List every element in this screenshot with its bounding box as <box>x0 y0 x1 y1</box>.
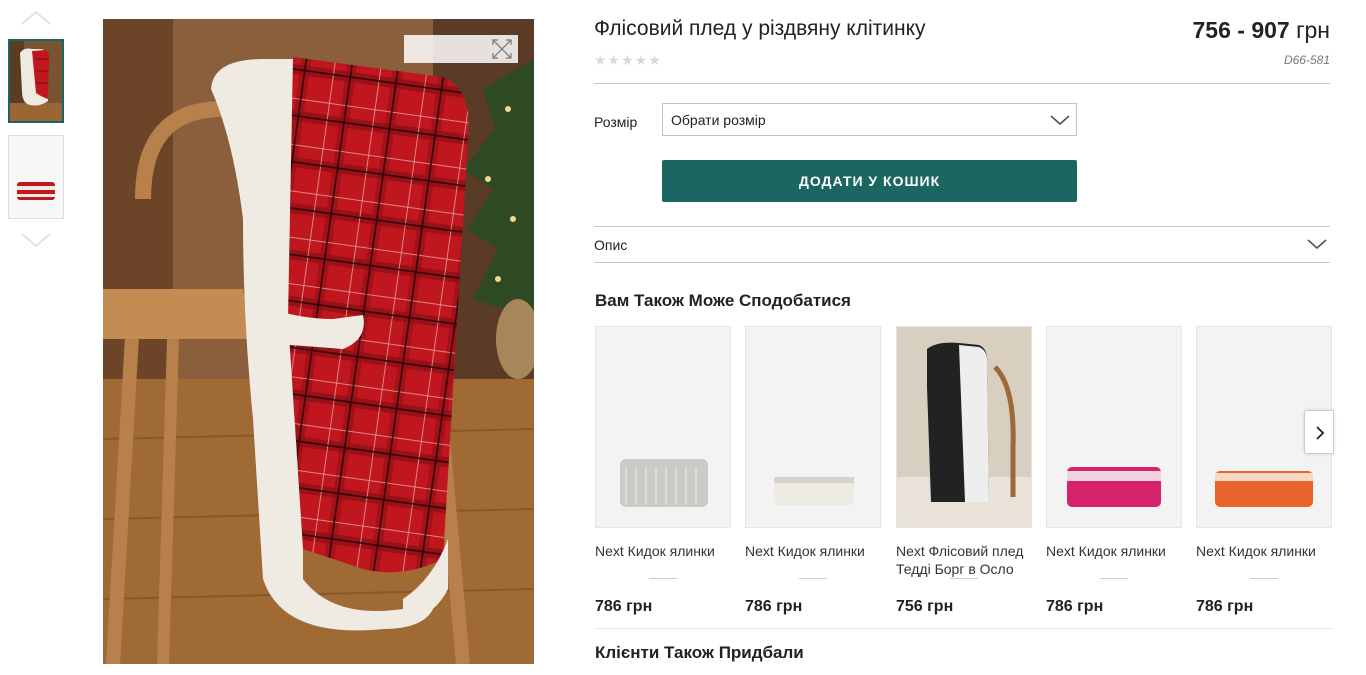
recommendation-price: 786 грн <box>595 598 653 615</box>
separator <box>1100 578 1128 579</box>
rating-stars[interactable]: ★★★★★ <box>594 52 662 69</box>
recommendations-carousel: Next Кидок ялинки 786 грн Next Кидок яли… <box>595 326 1332 616</box>
description-label: Опис <box>594 237 628 253</box>
recommendation-name: Next Кидок ялинки <box>1046 543 1166 559</box>
recommendation-price: 786 грн <box>1046 598 1104 615</box>
size-select-value: Обрати розмір <box>671 112 766 128</box>
chevron-down-icon <box>1307 239 1327 250</box>
recommendation-image <box>745 326 881 528</box>
recommendation-image <box>1046 326 1182 528</box>
zoom-button[interactable] <box>404 35 518 63</box>
blanket-on-chair-image <box>897 327 1031 527</box>
separator <box>1250 578 1278 579</box>
add-to-cart-button[interactable]: ДОДАТИ У КОШИК <box>662 160 1077 202</box>
thumbnail-image-1[interactable] <box>8 39 64 123</box>
product-title: Флісовий плед у різдвяну клітинку <box>594 17 926 40</box>
size-select[interactable]: Обрати розмір <box>662 103 1077 136</box>
carousel-next-button[interactable] <box>1304 410 1334 454</box>
thumbnail-scroll-up-button[interactable] <box>20 8 52 26</box>
recommendation-price: 756 грн <box>896 598 954 615</box>
divider <box>594 262 1330 263</box>
recommendation-image <box>896 326 1032 528</box>
recommendation-item[interactable]: Next Кидок ялинки 786 грн <box>1046 326 1182 616</box>
recommendation-item[interactable]: Next Кидок ялинки 786 грн <box>745 326 881 616</box>
thumbnail-image-2[interactable] <box>8 135 64 219</box>
chevron-right-icon <box>1316 426 1325 440</box>
product-code: D66-581 <box>1283 53 1330 67</box>
folded-throw-image <box>774 477 854 505</box>
recommendation-image <box>595 326 731 528</box>
recommendation-name: Next Кидок ялинки <box>745 543 865 559</box>
also-bought-title: Клієнти Також Придбали <box>595 643 804 662</box>
recommendation-item[interactable]: Next Кидок ялинки 786 грн <box>595 326 731 616</box>
recommendation-name: Next Кидок ялинки <box>1196 543 1316 559</box>
separator <box>799 578 827 579</box>
recommendation-price: 786 грн <box>745 598 803 615</box>
chevron-up-icon <box>21 11 51 25</box>
thumbnail-folded-blanket-image <box>9 136 63 218</box>
product-price: 756 - 907 грн <box>1193 17 1330 44</box>
separator <box>950 578 978 579</box>
price-range: 756 - 907 <box>1192 17 1290 43</box>
divider <box>594 83 1330 84</box>
thumbnail-scroll-down-button[interactable] <box>20 232 52 250</box>
recommendation-price: 786 грн <box>1196 598 1254 615</box>
separator <box>649 578 677 579</box>
recommendation-name: Next Флісовий плед Тедді Борг в Осло <box>896 543 1024 577</box>
size-label: Розмір <box>594 114 638 130</box>
divider <box>595 628 1333 629</box>
chevron-down-icon <box>21 233 51 247</box>
recommendation-item[interactable]: Next Кидок ялинки 786 грн <box>1196 326 1332 616</box>
folded-throw-image <box>1067 467 1161 507</box>
recommendation-item[interactable]: Next Флісовий плед Тедді Борг в Осло 756… <box>896 326 1032 616</box>
description-accordion[interactable]: Опис <box>594 227 1330 263</box>
chevron-down-icon <box>1050 115 1070 126</box>
blanket-on-chair-image <box>103 19 534 664</box>
main-product-image[interactable] <box>103 19 534 664</box>
expand-icon <box>492 39 512 59</box>
throw-swatch <box>620 459 708 507</box>
price-currency: грн <box>1296 17 1330 43</box>
folded-throw-image <box>620 459 708 507</box>
thumbnail-blanket-chair-image <box>10 41 62 121</box>
recommendations-title: Вам Також Може Сподобатися <box>595 291 851 310</box>
recommendation-name: Next Кидок ялинки <box>595 543 715 559</box>
